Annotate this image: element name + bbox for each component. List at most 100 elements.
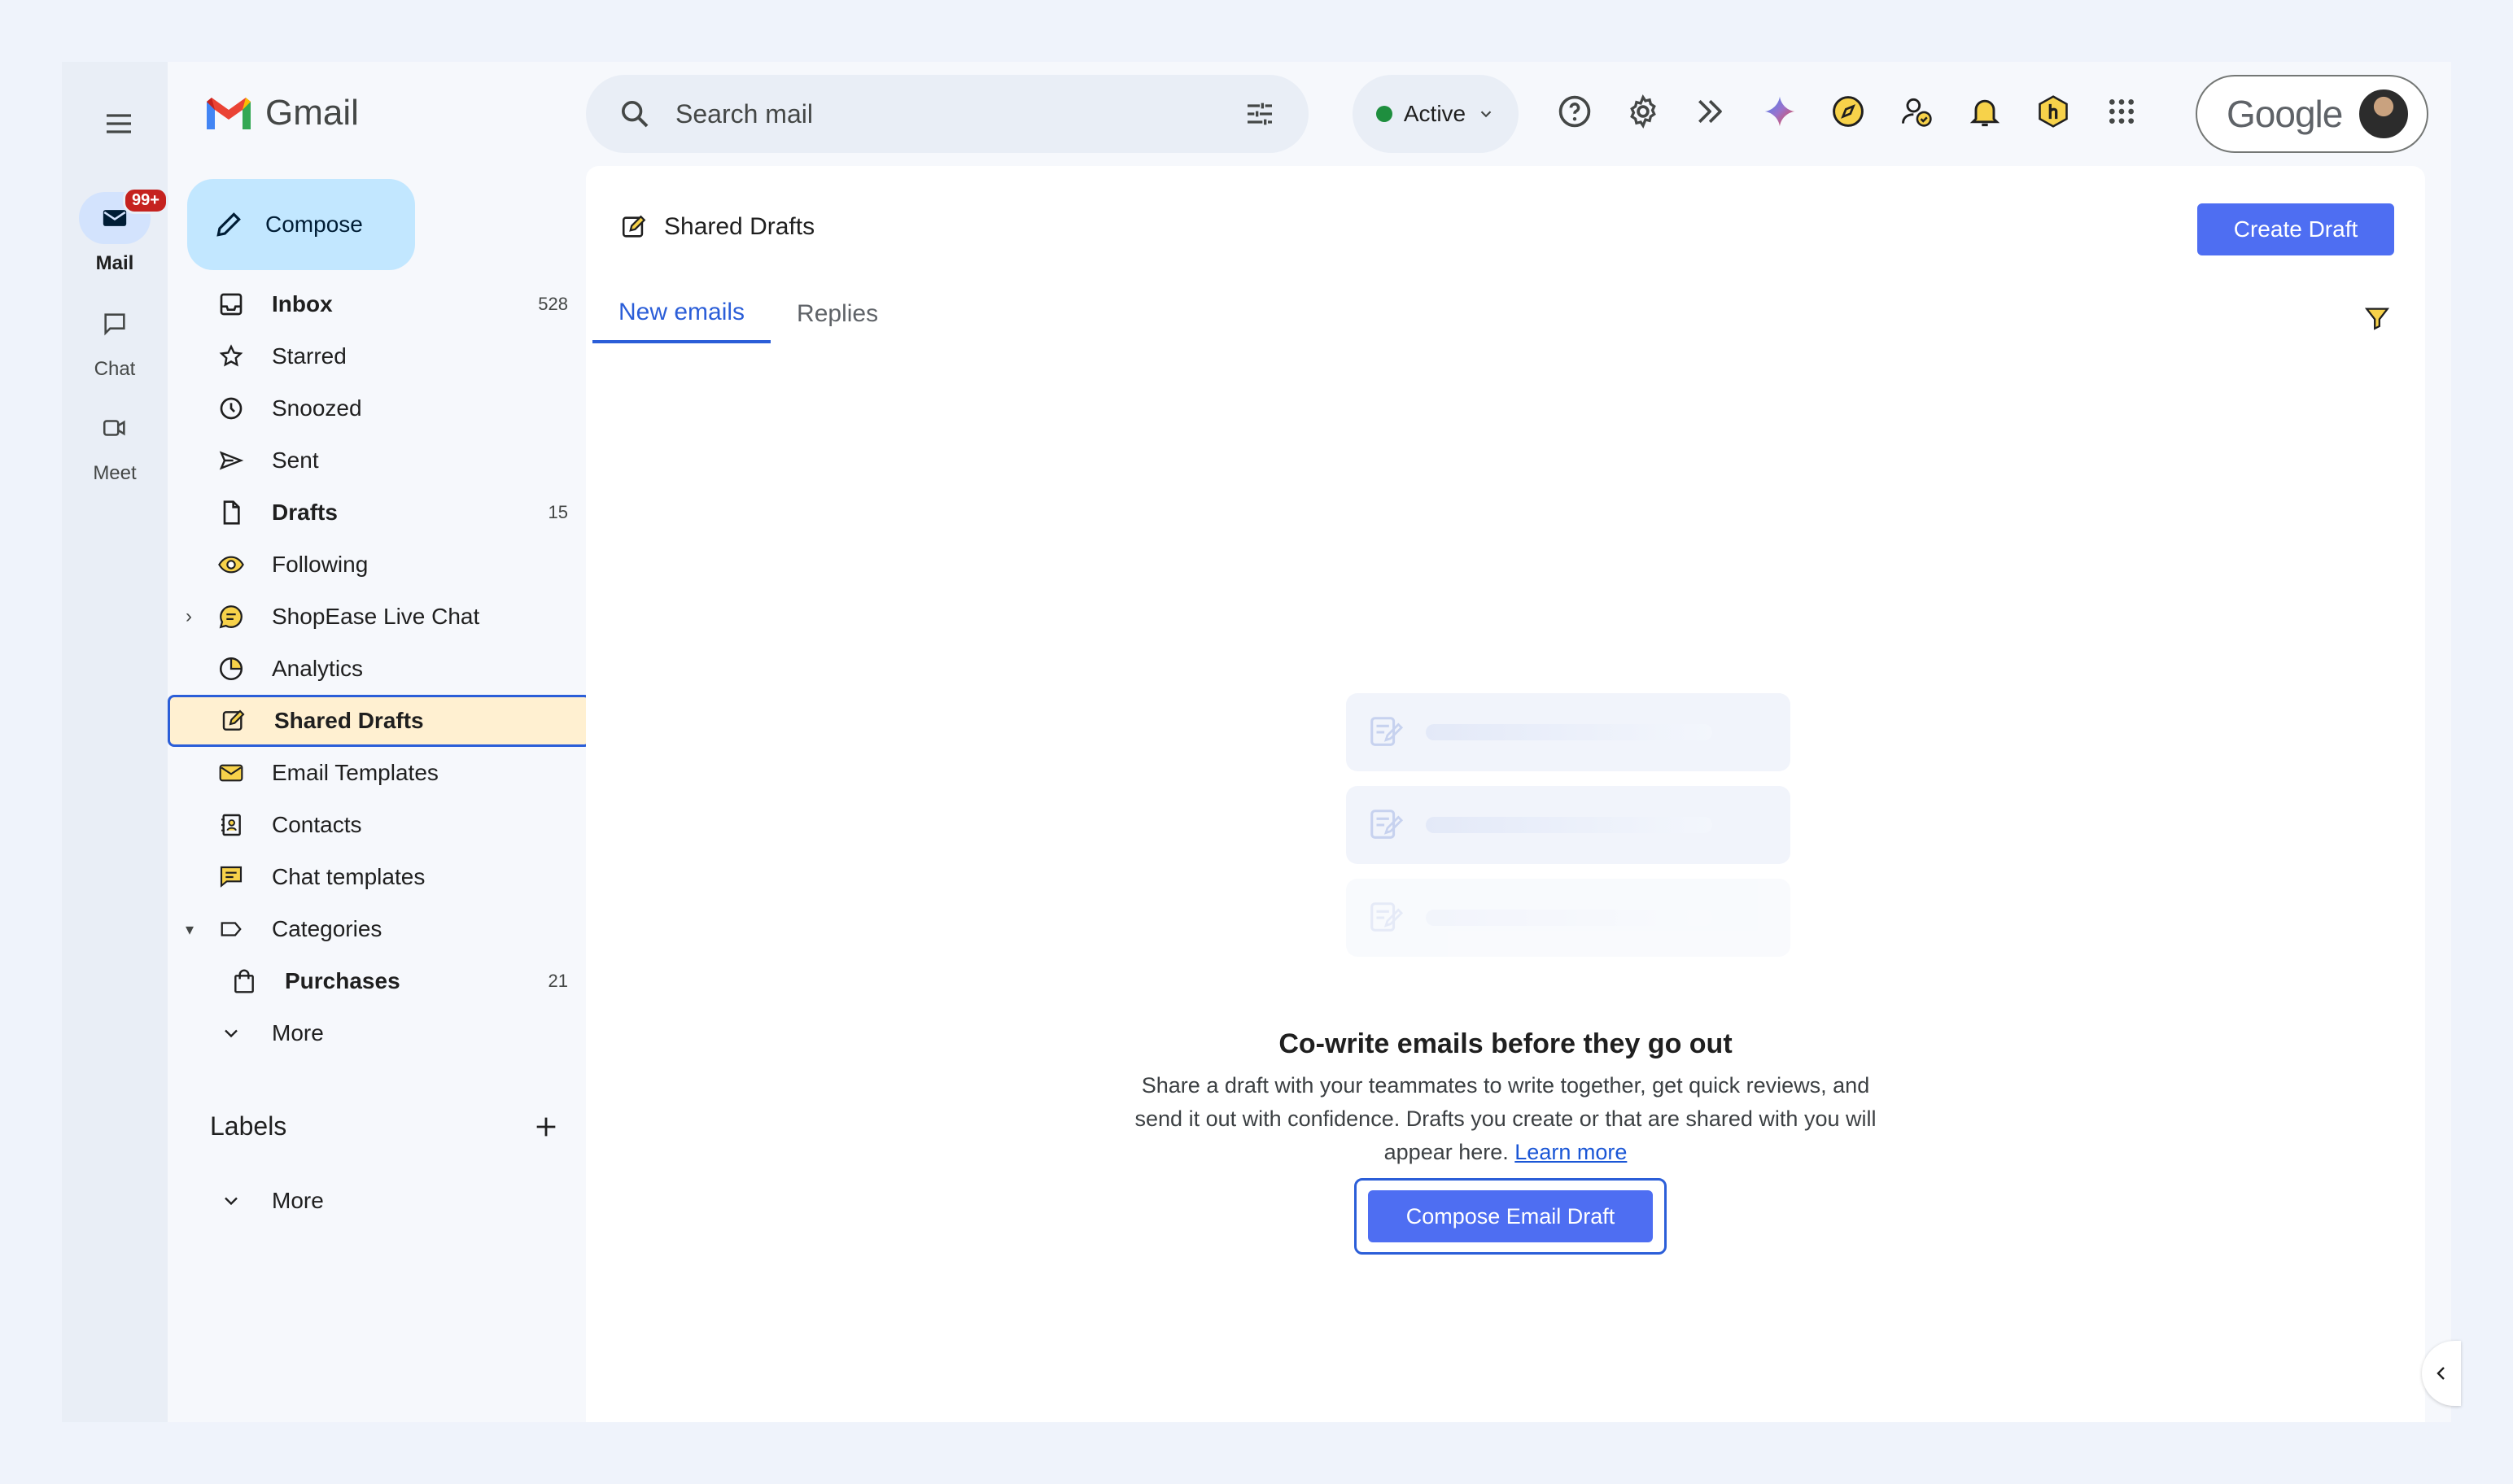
hiver-button[interactable]	[2026, 85, 2080, 138]
sidebar-item-sent[interactable]: Sent	[168, 434, 583, 487]
video-icon	[103, 420, 125, 436]
categories-label: Categories	[272, 916, 382, 941]
gemini-button[interactable]	[1753, 85, 1807, 138]
chevron-right-icon[interactable]: ›	[186, 605, 192, 628]
nav-list: Inbox 528 Starred Snoozed Sent Drafts 15	[168, 278, 591, 1059]
search-icon	[622, 100, 649, 128]
pie-chart-icon	[219, 657, 243, 681]
gmail-logo[interactable]: Gmail	[203, 93, 359, 133]
sidebar-item-starred[interactable]: Starred	[168, 330, 583, 382]
apps-grid-icon	[2109, 99, 2134, 124]
chat-template-icon	[220, 866, 243, 888]
more-label: More	[272, 1020, 324, 1045]
gemini-sparkle-icon	[1764, 96, 1795, 127]
search-input[interactable]: Search mail	[675, 99, 1243, 129]
label-icon	[221, 922, 242, 936]
status-selector[interactable]: Active	[1353, 75, 1519, 153]
empty-illustration-row	[1346, 786, 1790, 864]
rail-mail[interactable]: 99+ Mail	[62, 187, 168, 275]
sidebar-item-shopease[interactable]: › ShopEase Live Chat	[168, 591, 583, 643]
following-label: Following	[272, 552, 369, 577]
sidebar-item-contacts[interactable]: Contacts	[168, 799, 583, 851]
sidebar-item-more[interactable]: More	[168, 1007, 583, 1059]
sidebar-item-drafts[interactable]: Drafts 15	[168, 487, 583, 539]
search-bar[interactable]: Search mail	[586, 75, 1309, 153]
labels-header: Labels	[210, 1111, 560, 1141]
sidebar-item-email-templates[interactable]: Email Templates	[168, 747, 583, 799]
sidebar-item-shared-drafts[interactable]: Shared Drafts	[168, 695, 591, 747]
clock-icon	[220, 397, 243, 420]
account-button[interactable]: Google	[2196, 75, 2428, 153]
rail-chat[interactable]: Chat	[62, 298, 168, 381]
notifications-button[interactable]	[1958, 85, 2012, 138]
filter-funnel-icon	[2364, 308, 2390, 330]
drafts-count: 15	[548, 502, 568, 522]
chevron-left-icon	[2437, 1367, 2445, 1380]
rail-meet-label: Meet	[93, 462, 137, 484]
extension-button[interactable]	[1685, 85, 1738, 138]
labels-title: Labels	[210, 1111, 287, 1141]
compass-icon	[1833, 96, 1864, 127]
google-logo: Google	[2227, 93, 2343, 135]
assign-user-button[interactable]	[1890, 85, 1943, 138]
side-panel-toggle[interactable]	[2422, 1341, 2461, 1406]
settings-button[interactable]	[1616, 85, 1670, 138]
mail-template-icon	[219, 764, 243, 782]
filter-button[interactable]	[2363, 304, 2391, 336]
compose-button[interactable]: Compose	[187, 179, 415, 270]
chevron-down-icon	[1480, 111, 1492, 118]
draft-doc-icon	[1370, 810, 1404, 839]
app-name: Gmail	[265, 93, 359, 133]
sidebar-item-chat-templates[interactable]: Chat templates	[168, 851, 583, 903]
chevron-down-icon	[225, 1029, 238, 1038]
chat-bubble-icon	[219, 605, 243, 629]
add-label-icon[interactable]	[532, 1113, 560, 1141]
app-rail: 99+ Mail Chat Meet	[62, 62, 168, 1422]
empty-state-description: Share a draft with your teammates to wri…	[1115, 1069, 1896, 1169]
page-title: Shared Drafts	[664, 213, 815, 240]
avatar	[2357, 87, 2411, 141]
search-options-icon[interactable]	[1243, 98, 1276, 130]
tab-bar: New emails Replies	[592, 285, 904, 343]
tab-new-emails[interactable]: New emails	[592, 285, 771, 343]
user-check-icon	[1902, 98, 1932, 127]
main-menu-button[interactable]	[93, 98, 145, 150]
bell-icon	[1969, 99, 2000, 127]
rail-chat-label: Chat	[94, 358, 136, 380]
tab-replies[interactable]: Replies	[771, 285, 904, 343]
hamburger-icon	[107, 114, 131, 133]
draft-file-icon	[223, 500, 240, 525]
compose-label: Compose	[265, 212, 363, 237]
caret-down-icon[interactable]: ▾	[186, 919, 194, 940]
analytics-label: Analytics	[272, 656, 364, 681]
gmail-window: 99+ Mail Chat Meet Gmail Compose Inbox 5…	[62, 62, 2461, 1422]
sidebar: Gmail Compose Inbox 528 Starred Snoozed	[168, 62, 640, 1422]
hexagon-h-icon	[2039, 95, 2068, 128]
create-draft-button[interactable]: Create Draft	[2197, 203, 2394, 255]
support-button[interactable]	[1548, 85, 1602, 138]
learn-more-link[interactable]: Learn more	[1514, 1140, 1627, 1164]
status-label: Active	[1403, 101, 1466, 126]
sidebar-item-categories[interactable]: ▾ Categories	[168, 903, 583, 955]
labels-more-button[interactable]: More	[168, 1175, 583, 1227]
chat-templates-label: Chat templates	[272, 864, 426, 889]
empty-illustration-row	[1346, 879, 1790, 957]
sidebar-item-following[interactable]: Following	[168, 539, 583, 591]
rail-meet[interactable]: Meet	[62, 402, 168, 485]
sidebar-item-analytics[interactable]: Analytics	[168, 643, 583, 695]
sidebar-item-snoozed[interactable]: Snoozed	[168, 382, 583, 434]
compose-email-draft-button[interactable]: Compose Email Draft	[1368, 1190, 1653, 1242]
sidebar-item-inbox[interactable]: Inbox 528	[168, 278, 583, 330]
shared-drafts-label: Shared Drafts	[274, 708, 424, 733]
apps-button[interactable]	[2095, 85, 2148, 138]
draft-doc-icon	[1370, 717, 1404, 746]
inbox-count: 528	[538, 294, 568, 314]
explore-button[interactable]	[1821, 85, 1875, 138]
sidebar-item-purchases[interactable]: Purchases 21	[168, 955, 583, 1007]
drafts-label: Drafts	[272, 500, 338, 525]
compose-email-draft-focus-ring: Compose Email Draft	[1354, 1178, 1667, 1255]
star-icon	[219, 344, 243, 367]
send-icon	[219, 451, 244, 470]
labels-more: More	[168, 1175, 583, 1227]
inbox-label: Inbox	[272, 291, 333, 316]
